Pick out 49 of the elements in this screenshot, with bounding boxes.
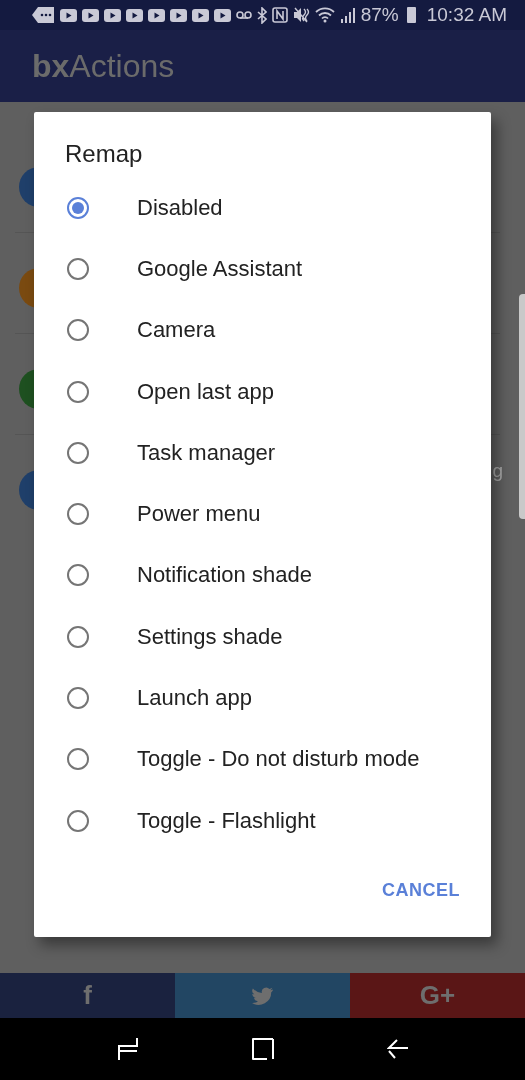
mute-icon xyxy=(292,7,310,23)
battery-icon xyxy=(406,7,416,23)
option-label[interactable]: Toggle - Do not disturb mode xyxy=(137,746,420,773)
radio-button[interactable] xyxy=(67,257,89,280)
recents-icon[interactable] xyxy=(116,1037,139,1061)
option-label[interactable]: Open last app xyxy=(137,378,274,405)
bluetooth-icon xyxy=(256,6,267,24)
radio-button[interactable] xyxy=(67,503,89,526)
signal-icon xyxy=(339,7,356,23)
option-label[interactable]: Camera xyxy=(137,317,216,344)
play-icon xyxy=(191,8,209,22)
app-title: bxActions xyxy=(32,47,175,85)
radio-button[interactable] xyxy=(67,809,89,832)
radio-button[interactable] xyxy=(67,564,89,587)
battery-percentage: 87% xyxy=(360,4,399,26)
voicemail-icon xyxy=(235,10,252,20)
play-icon xyxy=(103,8,121,22)
radio-button[interactable] xyxy=(67,748,89,771)
play-icon xyxy=(213,8,231,22)
clock: 10:32 AM xyxy=(426,4,507,26)
option-label[interactable]: Google Assistant xyxy=(137,255,303,282)
option-label[interactable]: Settings shade xyxy=(137,623,283,650)
radio-button[interactable] xyxy=(67,380,89,403)
option-label[interactable]: Notification shade xyxy=(137,562,312,589)
option-label[interactable]: Toggle - Flashlight xyxy=(137,807,316,834)
radio-button[interactable] xyxy=(67,319,89,342)
edge-panel-handle[interactable] xyxy=(519,294,525,519)
play-icon xyxy=(125,8,143,22)
radio-button[interactable] xyxy=(67,625,89,648)
radio-button[interactable] xyxy=(67,196,89,219)
radio-button[interactable] xyxy=(67,687,89,709)
dialog-title: Remap xyxy=(65,140,144,168)
bird-icon xyxy=(251,985,274,1006)
play-icon xyxy=(81,8,99,22)
back-icon[interactable] xyxy=(386,1038,409,1060)
notification-icon xyxy=(30,6,55,24)
play-icon xyxy=(169,8,187,22)
cancel-button[interactable]: CANCEL xyxy=(373,870,469,912)
play-icon xyxy=(59,8,77,22)
wifi-icon xyxy=(314,7,335,23)
play-icon xyxy=(147,8,165,22)
nfc-icon xyxy=(271,7,288,23)
option-label[interactable]: Power menu xyxy=(137,501,261,528)
home-icon[interactable] xyxy=(251,1038,274,1060)
option-label[interactable]: Launch app xyxy=(137,685,252,711)
radio-button[interactable] xyxy=(67,441,89,464)
option-label[interactable]: Disabled xyxy=(137,194,223,221)
option-label[interactable]: Task manager xyxy=(137,439,276,466)
list-item-text: g xyxy=(492,460,503,482)
